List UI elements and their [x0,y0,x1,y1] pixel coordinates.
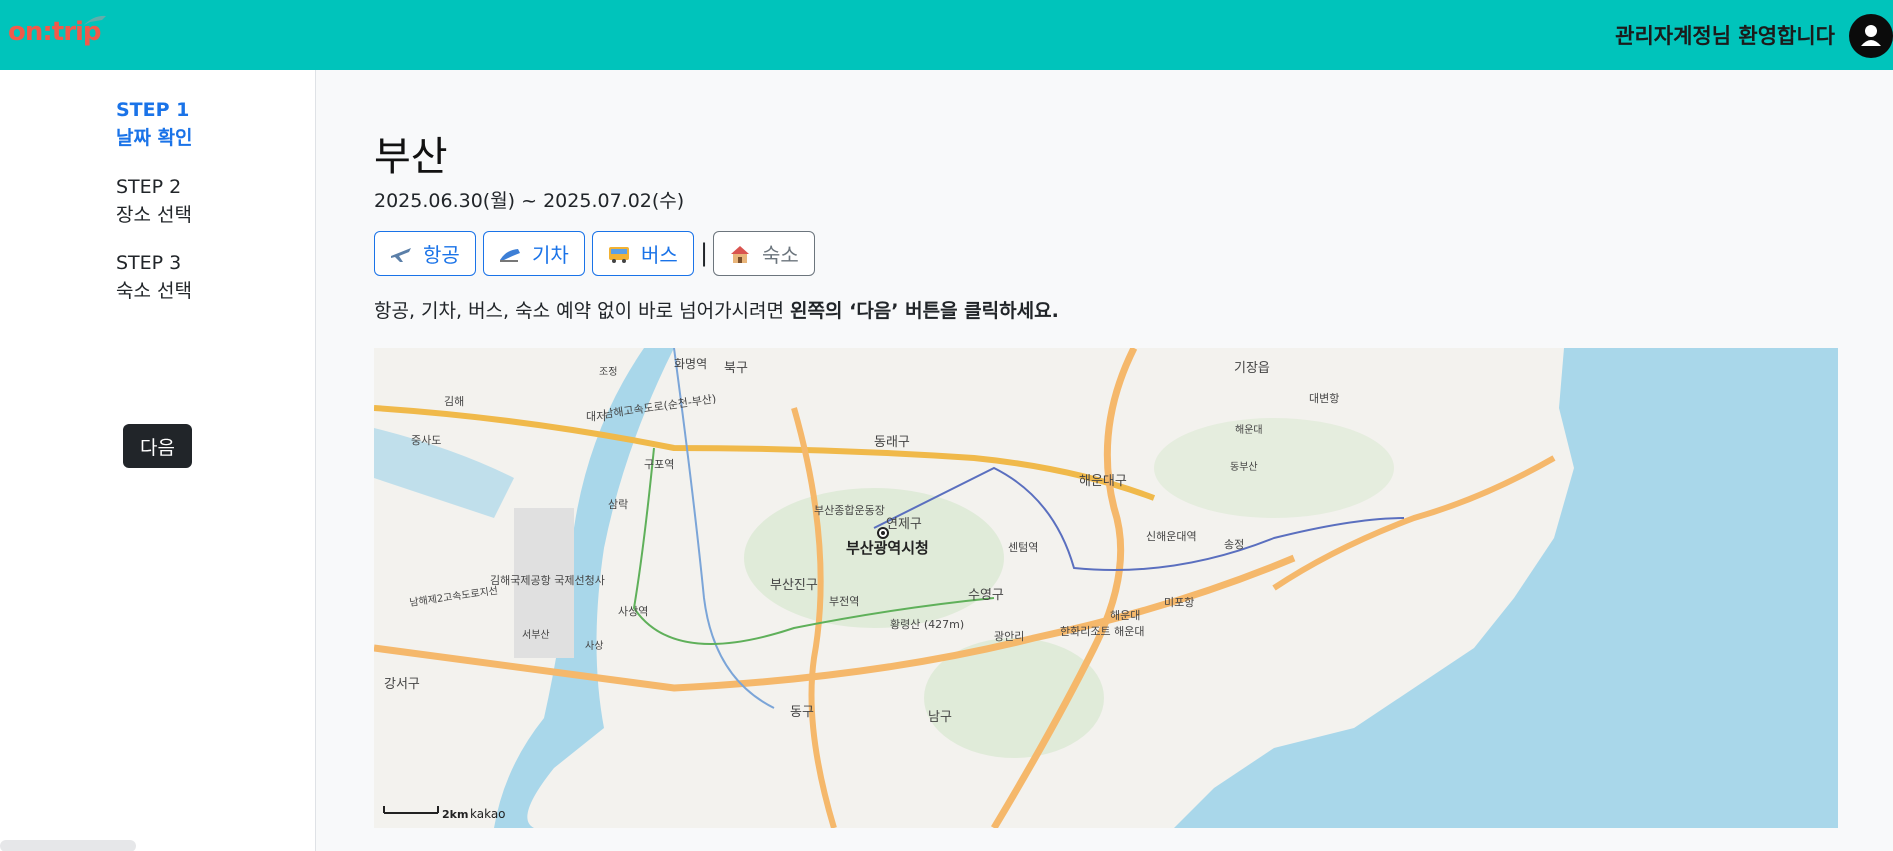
page-title: 부산 [374,134,448,180]
place-label: 대저 [586,410,606,423]
top-header: on:trip 관리자계정님 환영합니다 [0,0,1893,70]
place-label: 미포항 [1164,596,1194,609]
lodging-button[interactable]: 숙소 [713,231,815,276]
bus-label: 버스 [641,243,678,267]
map-scale-label: 2km [442,808,468,821]
place-label: 김해 [444,394,464,408]
place-label: 송정 [1224,538,1244,551]
step-1-label: 날짜 확인 [116,127,193,149]
place-label: 황령산 (427m) [890,618,964,631]
flight-label: 항공 [423,243,460,267]
horizontal-scrollbar[interactable] [0,840,136,851]
place-label: 북구 [724,361,748,376]
place-label: 해운대 [1110,608,1140,622]
step-sidebar: STEP 1 날짜 확인 STEP 2 장소 선택 STEP 3 숙소 선택 다… [0,70,316,851]
logo[interactable]: on:trip [8,13,106,53]
welcome-message: 관리자계정님 환영합니다 [1615,24,1835,48]
skip-notice-text: 항공, 기차, 버스, 숙소 예약 없이 바로 넘어가시려면 [374,300,791,322]
park-area-east [1154,418,1394,518]
user-icon [1861,25,1881,46]
step-1[interactable]: STEP 1 날짜 확인 [116,96,193,152]
airplane-icon [391,247,411,262]
place-label: 사상역 [618,605,648,618]
train-label: 기차 [532,243,569,267]
place-label: 기장읍 [1234,361,1270,376]
skip-notice: 항공, 기차, 버스, 숙소 예약 없이 바로 넘어가시려면 왼쪽의 ‘다음’ … [374,296,1059,323]
place-label: 김해국제공항 국제선청사 [490,573,605,587]
step-3[interactable]: STEP 3 숙소 선택 [116,249,192,305]
place-label: 부전역 [829,595,859,608]
train-icon [500,248,520,262]
place-label: 신해운대역 [1146,529,1197,543]
bus-button[interactable]: 버스 [592,231,694,276]
place-label: 동구 [790,705,814,720]
place-label: 화명역 [674,357,707,371]
place-label: 수영구 [968,588,1004,603]
plane-icon [84,15,106,25]
place-label: 대변항 [1309,392,1339,405]
place-label: 구포역 [644,458,674,471]
place-label: 한화리조트 해운대 [1060,624,1144,638]
skip-notice-emphasis: 왼쪽의 ‘다음’ 버튼을 클릭하세요. [790,300,1059,322]
step-2-number: STEP 2 [116,176,182,198]
step-2[interactable]: STEP 2 장소 선택 [116,173,192,229]
place-label: 해운대 [1235,423,1263,436]
step-1-number: STEP 1 [116,99,190,121]
train-button[interactable]: 기차 [483,231,585,276]
place-label: 센텀역 [1008,541,1038,554]
place-label: 강서구 [384,677,420,692]
transport-button-row: 항공 기차 버스 | 숙소 [374,231,874,277]
place-label: 조정 [599,366,617,378]
place-label: 삼락 [608,498,628,511]
place-label: 광안리 [994,630,1024,643]
step-3-label: 숙소 선택 [116,280,192,302]
lodging-label: 숙소 [762,243,799,267]
button-separator: | [700,239,709,267]
user-avatar[interactable] [1849,14,1893,58]
place-label: 부산진구 [770,578,818,593]
place-label: 중사도 [411,434,441,447]
step-3-number: STEP 3 [116,252,182,274]
place-label: 연제구 [886,517,922,532]
date-range: 2025.06.30(월) ~ 2025.07.02(수) [374,190,685,212]
place-label: 서부산 [522,629,550,641]
bus-icon [609,246,629,263]
map-canvas[interactable]: 부산광역시청 화명역 북구 기장읍 대변항 조정 남해고속도로(순천-부산) 김… [374,348,1838,828]
place-label: 부산종합운동장 [814,504,885,517]
city-hall-marker-dot [881,531,885,535]
place-label: 남구 [928,710,952,725]
main-content: 부산 2025.06.30(월) ~ 2025.07.02(수) 항공 기차 버… [374,70,1844,851]
place-label: 동부산 [1230,461,1258,473]
next-button[interactable]: 다음 [123,424,192,468]
place-label: 사상 [585,640,603,652]
city-hall-label: 부산광역시청 [846,539,929,557]
step-2-label: 장소 선택 [116,204,192,226]
place-label: 해운대구 [1079,474,1127,489]
flight-button[interactable]: 항공 [374,231,476,276]
map-view[interactable]: 부산광역시청 화명역 북구 기장읍 대변항 조정 남해고속도로(순천-부산) 김… [374,348,1838,828]
place-label: 동래구 [874,435,910,450]
map-provider-logo: kakao [470,807,506,821]
house-icon [731,245,749,263]
